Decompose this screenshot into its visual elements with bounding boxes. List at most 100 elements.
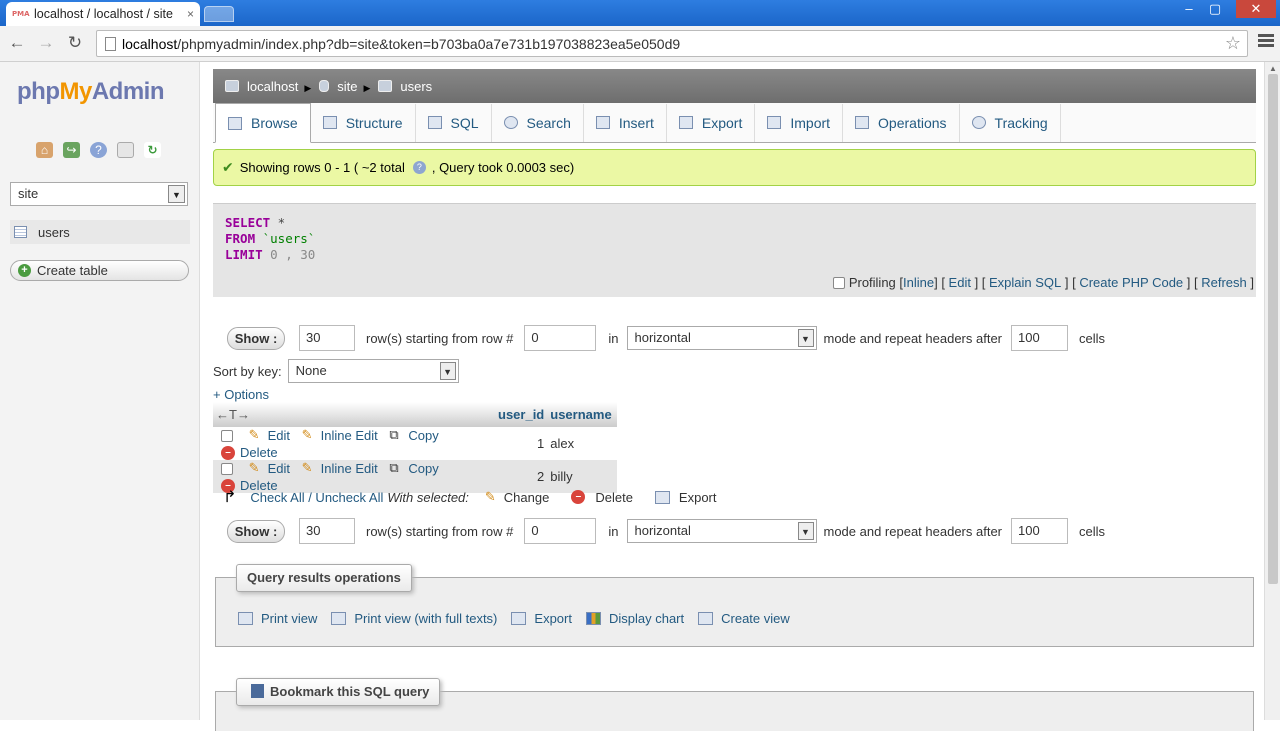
- scroll-up-icon[interactable]: ▲: [1269, 64, 1277, 73]
- with-selected-label: With selected:: [387, 489, 469, 505]
- explain-sql-link[interactable]: Explain SQL: [989, 275, 1061, 290]
- copy-button[interactable]: ⧉ Copy: [389, 461, 438, 476]
- edit-link[interactable]: Edit: [949, 275, 971, 290]
- breadcrumb-server[interactable]: localhost: [225, 79, 298, 94]
- quick-icons: ⌂ ↪ ? ↻: [36, 142, 161, 158]
- back-icon[interactable]: ←: [7, 33, 27, 53]
- table-row: ✎ Edit ✎ Inline Edit ⧉ Copy – Delete 1 alex: [213, 427, 618, 460]
- tab-structure[interactable]: Structure: [311, 103, 416, 142]
- reload-nav-icon[interactable]: ↻: [144, 142, 161, 158]
- cells-label: cells: [1079, 330, 1106, 346]
- table-icon: [378, 80, 393, 92]
- tab-browse[interactable]: Browse: [215, 103, 311, 143]
- cell-username[interactable]: alex: [547, 427, 618, 460]
- profiling-checkbox[interactable]: [832, 276, 845, 289]
- create-table-button[interactable]: + Create table: [10, 260, 189, 281]
- scroll-thumb[interactable]: [1268, 74, 1278, 584]
- repeat-headers-input[interactable]: 100: [1011, 325, 1069, 351]
- tab-tracking[interactable]: Tracking: [960, 103, 1061, 142]
- options-link[interactable]: + Options: [213, 387, 269, 402]
- sql-query[interactable]: SELECT * FROM `users` LIMIT 0 , 30: [225, 215, 315, 263]
- show-button[interactable]: Show :: [227, 519, 285, 543]
- close-window-icon[interactable]: ✕: [1236, 0, 1276, 18]
- sidebar-table-users[interactable]: users: [10, 220, 190, 244]
- mode-label: mode and repeat headers after: [823, 523, 1003, 539]
- browser-menu-icon[interactable]: [1258, 34, 1274, 50]
- breadcrumb-separator-icon: ▶: [363, 82, 371, 93]
- minimize-icon[interactable]: –: [1180, 0, 1198, 18]
- home-icon[interactable]: ⌂: [36, 142, 53, 158]
- print-view-link[interactable]: Print view: [238, 611, 317, 626]
- start-row-input[interactable]: 0: [524, 518, 597, 544]
- show-button[interactable]: Show :: [227, 326, 285, 350]
- tab-operations[interactable]: Operations: [843, 103, 960, 142]
- check-all-link[interactable]: Check All / Uncheck All: [250, 490, 383, 505]
- export-icon: [654, 490, 670, 504]
- row-checkbox[interactable]: [221, 462, 233, 475]
- sort-select[interactable]: None ▼: [287, 359, 459, 383]
- mode-select[interactable]: horizontal ▼: [626, 519, 817, 543]
- pma-favicon-icon: PMA: [12, 10, 30, 18]
- wrench-icon: [855, 116, 870, 129]
- reload-icon[interactable]: ↻: [65, 33, 85, 53]
- logout-icon[interactable]: ↪: [63, 142, 80, 158]
- help-icon[interactable]: ?: [412, 161, 426, 174]
- navigation-row-bottom: Show : 30 row(s) starting from row # 0 i…: [227, 518, 1127, 544]
- maximize-icon[interactable]: ▢: [1206, 0, 1224, 18]
- in-label: in: [608, 523, 619, 539]
- row-checkbox[interactable]: [221, 429, 233, 442]
- edit-button[interactable]: ✎ Edit: [249, 428, 290, 443]
- docs-icon[interactable]: [117, 142, 134, 158]
- database-select[interactable]: site ▼: [10, 182, 188, 206]
- start-row-input[interactable]: 0: [524, 325, 597, 351]
- cell-user_id[interactable]: 1: [495, 427, 548, 460]
- rows-input[interactable]: 30: [299, 518, 355, 544]
- bulk-delete-button[interactable]: – Delete: [571, 490, 633, 505]
- mode-label: mode and repeat headers after: [823, 330, 1003, 346]
- copy-button[interactable]: ⧉ Copy: [389, 428, 438, 443]
- chevron-down-icon: ▼: [439, 362, 456, 380]
- address-bar[interactable]: localhost/phpmyadmin/index.php?db=site&t…: [96, 30, 1248, 57]
- column-header-user_id[interactable]: user_id: [495, 402, 548, 427]
- tab-search[interactable]: Search: [492, 103, 584, 142]
- create-view-link[interactable]: Create view: [698, 611, 790, 626]
- new-tab-button[interactable]: [204, 6, 234, 22]
- rows-input[interactable]: 30: [299, 325, 355, 351]
- rows-label: row(s) starting from row #: [366, 523, 514, 539]
- browser-tab[interactable]: PMA localhost / localhost / site ×: [6, 2, 200, 26]
- inline-edit-button[interactable]: ✎ Inline Edit: [302, 461, 378, 476]
- edit-button[interactable]: ✎ Edit: [249, 461, 290, 476]
- tab-close-icon[interactable]: ×: [187, 7, 194, 21]
- print-view-full-link[interactable]: Print view (with full texts): [331, 611, 497, 626]
- rows-label: row(s) starting from row #: [366, 330, 514, 346]
- mode-select[interactable]: horizontal ▼: [626, 326, 817, 350]
- sql-query-box: SELECT * FROM `users` LIMIT 0 , 30 Profi…: [213, 203, 1256, 297]
- breadcrumb-database[interactable]: site: [319, 79, 357, 94]
- column-header-username[interactable]: username: [547, 402, 618, 427]
- breadcrumb-separator-icon: ▶: [304, 82, 312, 93]
- scrollbar[interactable]: ▲: [1264, 62, 1280, 720]
- repeat-headers-input[interactable]: 100: [1011, 518, 1069, 544]
- page-icon: [105, 36, 116, 51]
- export-link[interactable]: Export: [511, 611, 572, 626]
- import-icon: [767, 116, 782, 129]
- column-arrows[interactable]: ←T→: [213, 402, 495, 427]
- refresh-link[interactable]: Refresh: [1201, 275, 1247, 290]
- tab-sql[interactable]: SQL: [416, 103, 492, 142]
- pencil-icon: ✎: [301, 427, 313, 442]
- tab-insert[interactable]: Insert: [584, 103, 667, 142]
- breadcrumb-table[interactable]: users: [378, 79, 432, 94]
- forward-icon[interactable]: →: [36, 33, 56, 53]
- change-button[interactable]: ✎ Change: [485, 489, 549, 505]
- inline-link[interactable]: Inline: [903, 275, 934, 290]
- tab-import[interactable]: Import: [755, 103, 844, 142]
- help-icon[interactable]: ?: [90, 142, 107, 158]
- bookmark-star-icon[interactable]: ☆: [1225, 33, 1241, 54]
- create-php-code-link[interactable]: Create PHP Code: [1079, 275, 1183, 290]
- tab-export[interactable]: Export: [667, 103, 756, 142]
- phpmyadmin-logo[interactable]: phpMyAdmin: [17, 78, 165, 106]
- bulk-export-button[interactable]: Export: [654, 490, 717, 505]
- display-chart-link[interactable]: Display chart: [585, 611, 684, 626]
- delete-button[interactable]: – Delete: [221, 445, 278, 460]
- inline-edit-button[interactable]: ✎ Inline Edit: [302, 428, 378, 443]
